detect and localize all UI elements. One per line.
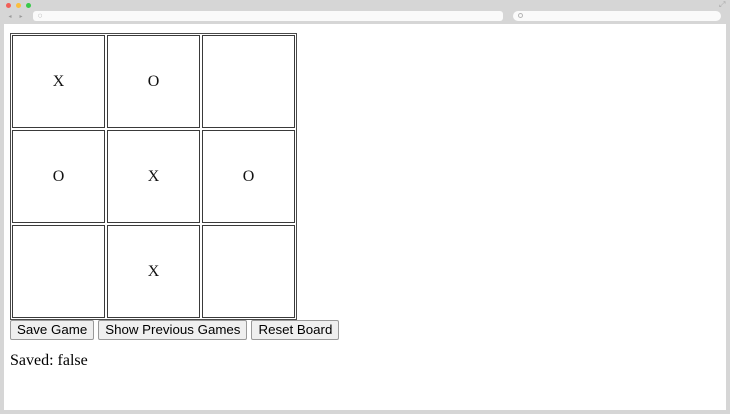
board-cell[interactable]: X [107, 130, 200, 223]
board-cell[interactable]: O [12, 130, 105, 223]
board-cell[interactable] [202, 35, 295, 128]
browser-toolbar: ◂ ▸ ○ [0, 10, 730, 24]
board-cell[interactable] [12, 225, 105, 318]
tic-tac-toe-board: X O O X O X [10, 33, 297, 320]
browser-window: ⤢ ◂ ▸ ○ X O O X O X Save Game Show Previ… [0, 0, 730, 414]
page-viewport: X O O X O X Save Game Show Previous Game… [4, 24, 726, 410]
saved-status: Saved: false [10, 352, 88, 369]
back-icon[interactable]: ◂ [6, 12, 14, 21]
search-bar[interactable] [513, 11, 721, 21]
minimize-window-icon[interactable] [16, 3, 21, 8]
save-game-button[interactable]: Save Game [10, 320, 95, 340]
maximize-window-icon[interactable] [26, 3, 31, 8]
close-window-icon[interactable] [6, 3, 11, 8]
game-actions: Save Game Show Previous Games Reset Boar… [10, 320, 340, 340]
expand-icon[interactable]: ⤢ [719, 1, 727, 9]
show-previous-games-button[interactable]: Show Previous Games [98, 320, 248, 340]
address-bar[interactable]: ○ [33, 11, 503, 21]
title-bar: ⤢ [0, 0, 730, 10]
search-icon [518, 13, 523, 18]
board-cell[interactable]: X [107, 225, 200, 318]
board-cell[interactable] [202, 225, 295, 318]
board-cell[interactable]: O [107, 35, 200, 128]
page-icon: ○ [38, 13, 43, 19]
reset-board-button[interactable]: Reset Board [251, 320, 340, 340]
board-cell[interactable]: X [12, 35, 105, 128]
forward-icon[interactable]: ▸ [17, 12, 25, 21]
board-cell[interactable]: O [202, 130, 295, 223]
